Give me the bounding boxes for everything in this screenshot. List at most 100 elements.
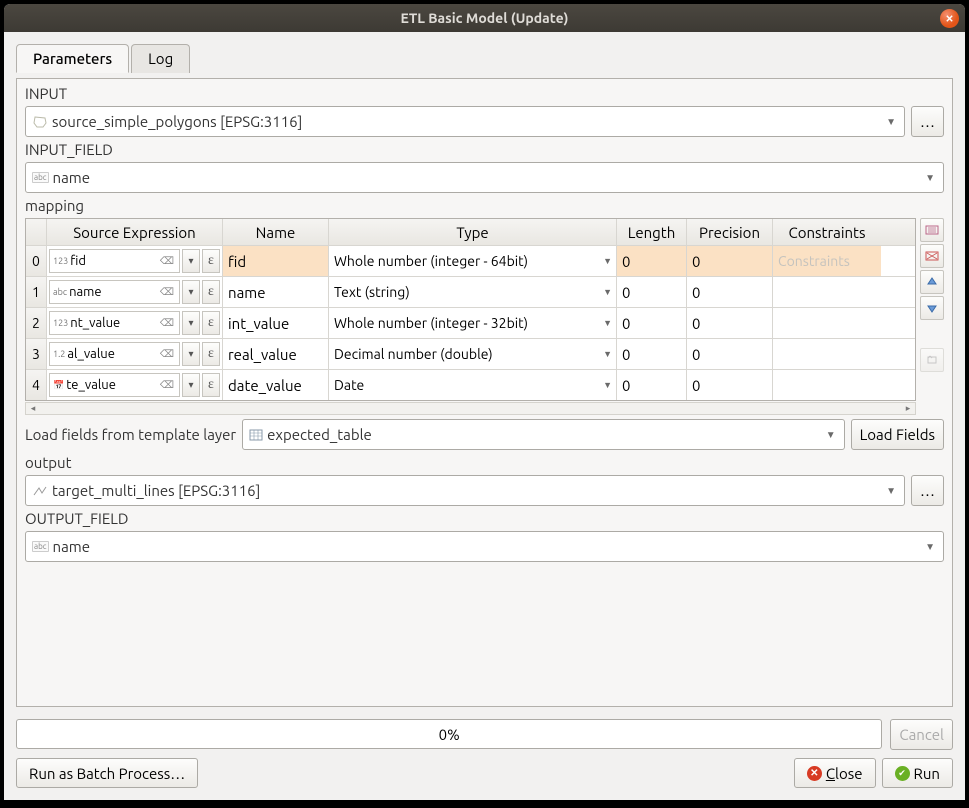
precision-cell[interactable] bbox=[687, 370, 773, 400]
tab-log[interactable]: Log bbox=[131, 44, 190, 73]
source-expression-input[interactable]: 123 fid ⌫ bbox=[49, 249, 180, 273]
expression-button[interactable]: ε bbox=[202, 342, 220, 366]
source-dropdown-button[interactable]: ▾ bbox=[182, 342, 200, 366]
scroll-left-icon[interactable]: ◂ bbox=[26, 403, 40, 414]
output-field-combo[interactable]: abc name ▼ bbox=[25, 531, 944, 562]
template-layer-combo[interactable]: expected_table ▼ bbox=[242, 419, 845, 450]
input-browse-button[interactable]: … bbox=[911, 106, 944, 137]
source-dropdown-button[interactable]: ▾ bbox=[182, 249, 200, 273]
row-index[interactable]: 0 bbox=[26, 246, 47, 276]
constraints-cell[interactable] bbox=[773, 370, 881, 400]
type-cell[interactable]: Text (string)▼ bbox=[329, 277, 617, 307]
name-cell[interactable] bbox=[223, 339, 329, 369]
add-field-button[interactable] bbox=[920, 218, 944, 242]
header-constraints[interactable]: Constraints bbox=[773, 219, 881, 245]
expression-button[interactable]: ε bbox=[202, 373, 220, 397]
arrow-down-icon bbox=[926, 302, 938, 314]
batch-process-button[interactable]: Run as Batch Process… bbox=[16, 758, 198, 788]
chevron-down-icon[interactable]: ▼ bbox=[923, 541, 937, 553]
type-cell[interactable]: Date▼ bbox=[329, 370, 617, 400]
horizontal-scrollbar[interactable]: ◂ ▸ bbox=[25, 402, 916, 415]
clear-icon[interactable]: ⌫ bbox=[158, 286, 176, 298]
constraints-cell[interactable] bbox=[773, 308, 881, 338]
length-cell[interactable] bbox=[617, 339, 687, 369]
output-browse-button[interactable]: … bbox=[911, 475, 944, 506]
input-field-combo[interactable]: abc name ▼ bbox=[25, 162, 944, 193]
precision-cell[interactable] bbox=[687, 339, 773, 369]
output-layer-combo[interactable]: target_multi_lines [EPSG:3116] ▼ bbox=[25, 475, 905, 506]
close-button[interactable]: ✕ Close bbox=[794, 758, 876, 788]
template-value: expected_table bbox=[267, 426, 824, 443]
name-cell[interactable] bbox=[223, 246, 329, 276]
source-expression-input[interactable]: 1.2 al_value ⌫ bbox=[49, 342, 180, 366]
name-cell[interactable] bbox=[223, 370, 329, 400]
type-cell[interactable]: Whole number (integer - 32bit)▼ bbox=[329, 308, 617, 338]
row-index[interactable]: 1 bbox=[26, 277, 47, 307]
chevron-down-icon[interactable]: ▼ bbox=[603, 256, 612, 266]
source-dropdown-button[interactable]: ▾ bbox=[182, 373, 200, 397]
constraints-cell[interactable] bbox=[773, 277, 881, 307]
row-index[interactable]: 4 bbox=[26, 370, 47, 400]
precision-cell[interactable] bbox=[687, 277, 773, 307]
length-cell[interactable] bbox=[617, 277, 687, 307]
type-cell[interactable]: Whole number (integer - 64bit)▼ bbox=[329, 246, 617, 276]
precision-cell[interactable] bbox=[687, 308, 773, 338]
length-cell[interactable] bbox=[617, 308, 687, 338]
window-close-button[interactable] bbox=[940, 9, 959, 28]
constraints-cell[interactable] bbox=[773, 339, 881, 369]
load-fields-button[interactable]: Load Fields bbox=[851, 419, 944, 450]
output-layer-value: target_multi_lines [EPSG:3116] bbox=[52, 482, 884, 499]
expression-button[interactable]: ε bbox=[202, 280, 220, 304]
chevron-down-icon[interactable]: ▼ bbox=[603, 287, 612, 297]
source-expression-input[interactable]: 📅 te_value ⌫ bbox=[49, 373, 180, 397]
precision-cell[interactable] bbox=[687, 246, 773, 276]
clear-icon[interactable]: ⌫ bbox=[158, 317, 176, 329]
input-layer-combo[interactable]: source_simple_polygons [EPSG:3116] ▼ bbox=[25, 106, 905, 137]
clear-icon[interactable]: ⌫ bbox=[158, 255, 176, 267]
remove-field-button[interactable] bbox=[920, 244, 944, 268]
move-down-button[interactable] bbox=[920, 296, 944, 320]
output-field-label: OUTPUT_FIELD bbox=[25, 510, 944, 527]
type-cell[interactable]: Decimal number (double)▼ bbox=[329, 339, 617, 369]
source-dropdown-button[interactable]: ▾ bbox=[182, 311, 200, 335]
length-cell[interactable] bbox=[617, 246, 687, 276]
length-cell[interactable] bbox=[617, 370, 687, 400]
chevron-down-icon[interactable]: ▼ bbox=[884, 485, 898, 497]
header-name[interactable]: Name bbox=[223, 219, 329, 245]
close-icon: ✕ bbox=[807, 766, 822, 781]
header-source[interactable]: Source Expression bbox=[47, 219, 223, 245]
source-dropdown-button[interactable]: ▾ bbox=[182, 280, 200, 304]
chevron-down-icon[interactable]: ▼ bbox=[923, 172, 937, 184]
expression-button[interactable]: ε bbox=[202, 249, 220, 273]
table-row: 3 1.2 al_value ⌫ ▾ ε Decimal number (dou… bbox=[26, 339, 915, 370]
source-expression-input[interactable]: abc name ⌫ bbox=[49, 280, 180, 304]
chevron-down-icon[interactable]: ▼ bbox=[603, 349, 612, 359]
header-type[interactable]: Type bbox=[329, 219, 617, 245]
constraints-cell[interactable]: Constraints bbox=[773, 246, 881, 276]
row-index[interactable]: 3 bbox=[26, 339, 47, 369]
table-row: 1 abc name ⌫ ▾ ε Text (string)▼ bbox=[26, 277, 915, 308]
source-expression-input[interactable]: 123 nt_value ⌫ bbox=[49, 311, 180, 335]
row-index[interactable]: 2 bbox=[26, 308, 47, 338]
reset-button[interactable] bbox=[920, 348, 944, 372]
cancel-button[interactable]: Cancel bbox=[890, 719, 953, 750]
chevron-down-icon[interactable]: ▼ bbox=[884, 116, 898, 128]
expression-button[interactable]: ε bbox=[202, 311, 220, 335]
scroll-right-icon[interactable]: ▸ bbox=[901, 403, 915, 414]
field-type-icon: 1.2 bbox=[53, 349, 65, 359]
chevron-down-icon[interactable]: ▼ bbox=[603, 318, 612, 328]
move-up-button[interactable] bbox=[920, 270, 944, 294]
polygon-icon bbox=[32, 115, 48, 129]
header-precision[interactable]: Precision bbox=[687, 219, 773, 245]
source-expression-cell: 1.2 al_value ⌫ ▾ ε bbox=[47, 339, 223, 369]
run-button[interactable]: ✔ Run bbox=[882, 758, 953, 788]
source-expression-cell: abc name ⌫ ▾ ε bbox=[47, 277, 223, 307]
clear-icon[interactable]: ⌫ bbox=[158, 348, 176, 360]
name-cell[interactable] bbox=[223, 277, 329, 307]
chevron-down-icon[interactable]: ▼ bbox=[603, 380, 612, 390]
name-cell[interactable] bbox=[223, 308, 329, 338]
chevron-down-icon[interactable]: ▼ bbox=[824, 429, 838, 441]
clear-icon[interactable]: ⌫ bbox=[158, 379, 176, 391]
header-length[interactable]: Length bbox=[617, 219, 687, 245]
tab-parameters[interactable]: Parameters bbox=[16, 44, 129, 73]
